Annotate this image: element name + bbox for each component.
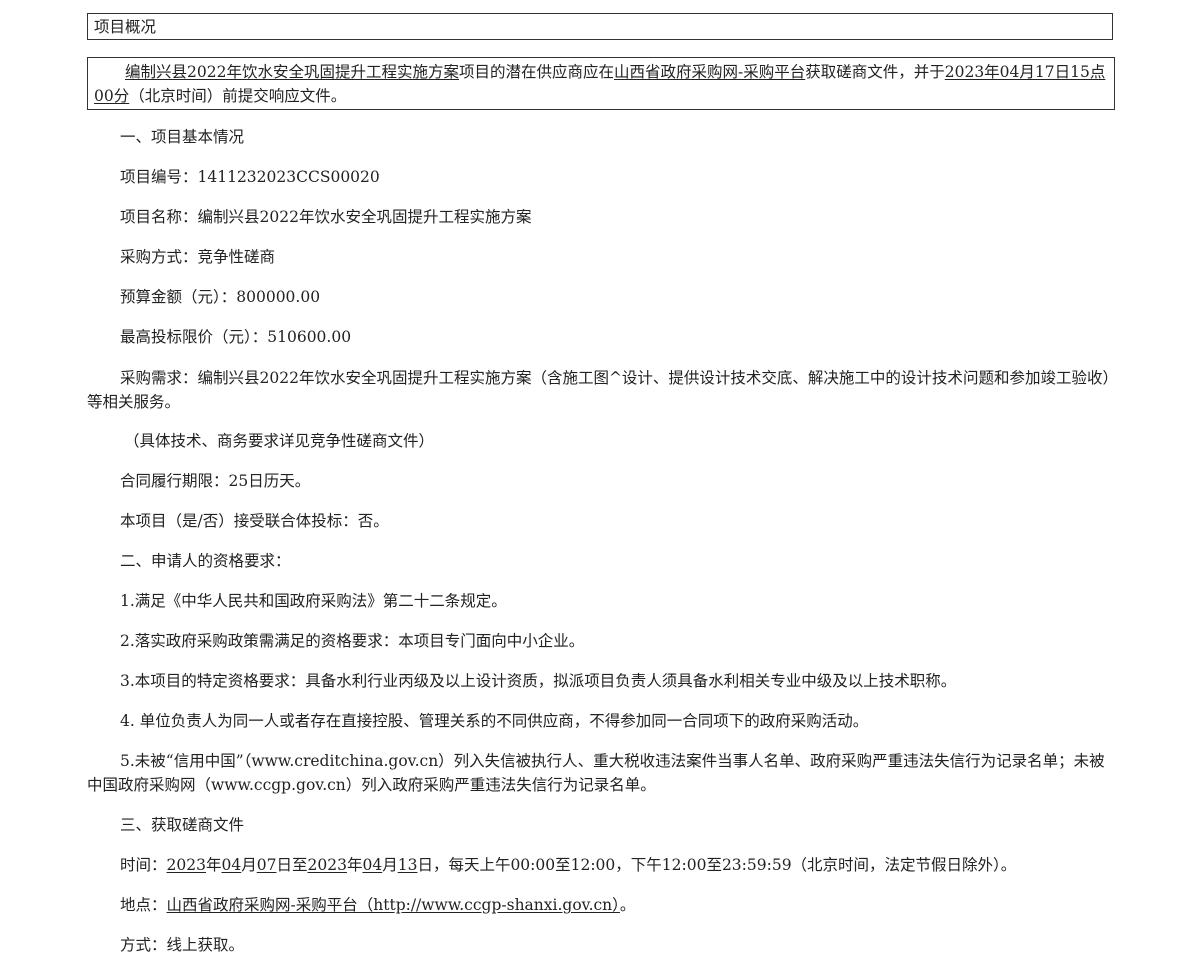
- requirement-details-note: （具体技术、商务要求详见竞争性磋商文件）: [124, 432, 435, 450]
- qualification-item-5: 5.未被“信用中国”（www.creditchina.gov.cn）列入失信被执…: [87, 752, 1105, 794]
- announcement-document: 项目概况 编制兴县2022年饮水安全巩固提升工程实施方案项目的潜在供应商应在山西…: [0, 0, 1201, 960]
- summary-text-2: 获取磋商文件，并于: [805, 63, 945, 81]
- summary-box: 编制兴县2022年饮水安全巩固提升工程实施方案项目的潜在供应商应在山西省政府采购…: [87, 57, 1115, 110]
- qualification-item-3: 3.本项目的特定资格要求：具备水利行业丙级及以上设计资质，拟派项目负责人须具备水…: [120, 672, 957, 690]
- consortium-bidding: 本项目（是/否）接受联合体投标：否。: [120, 512, 389, 530]
- section1-heading: 一、项目基本情况: [120, 128, 245, 146]
- contract-period: 合同履行期限：25日历天。: [120, 472, 311, 490]
- place-link[interactable]: 山西省政府采购网-采购平台（http://www.ccgp-shanxi.gov…: [167, 896, 620, 914]
- procurement-method: 采购方式：竞争性磋商: [120, 248, 276, 266]
- platform-link[interactable]: 山西省政府采购网-采购平台: [614, 63, 805, 81]
- procurement-requirement: 采购需求：编制兴县2022年饮水安全巩固提升工程实施方案（含施工图^设计、提供设…: [87, 369, 1111, 411]
- qualification-item-4: 4. 单位负责人为同一人或者存在直接控股、管理关系的不同供应商，不得参加同一合同…: [120, 712, 869, 730]
- deadline-date: 2023年04月17日15点: [944, 63, 1106, 81]
- summary-text-3: （北京时间）前提交响应文件。: [129, 87, 347, 105]
- max-bid-price: 最高投标限价（元）：510600.00: [120, 328, 352, 346]
- project-name-link[interactable]: 编制兴县2022年饮水安全巩固提升工程实施方案: [125, 63, 459, 81]
- acquisition-method: 方式：线上获取。: [120, 936, 245, 954]
- budget-amount: 预算金额（元）：800000.00: [120, 288, 321, 306]
- section3-heading: 三、获取磋商文件: [120, 816, 245, 834]
- project-name: 项目名称：编制兴县2022年饮水安全巩固提升工程实施方案: [120, 208, 532, 226]
- summary-text-1: 项目的潜在供应商应在: [458, 63, 614, 81]
- overview-title: 项目概况: [94, 18, 157, 36]
- qualification-item-1: 1.满足《中华人民共和国政府采购法》第二十二条规定。: [120, 592, 507, 610]
- project-number: 项目编号：1411232023CCS00020: [120, 168, 380, 186]
- qualification-item-2: 2.落实政府采购政策需满足的资格要求：本项目专门面向中小企业。: [120, 632, 585, 650]
- deadline-time: 00分: [94, 87, 130, 105]
- acquisition-place: 地点：山西省政府采购网-采购平台（http://www.ccgp-shanxi.…: [120, 896, 636, 914]
- acquisition-time: 时间：2023年04月07日至2023年04月13日，每天上午00:00至12:…: [120, 856, 1017, 874]
- overview-title-box: 项目概况: [87, 13, 1113, 40]
- section2-heading: 二、申请人的资格要求：: [120, 552, 291, 570]
